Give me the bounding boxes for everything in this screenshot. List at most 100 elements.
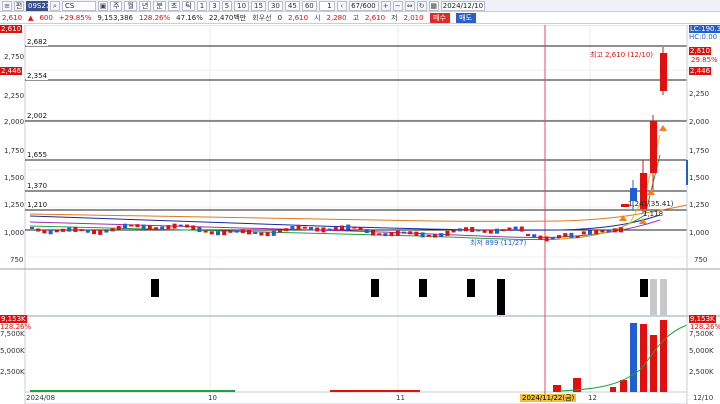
y-tick: 1,000 bbox=[4, 229, 25, 237]
candle bbox=[563, 233, 568, 238]
chart-settings-icon[interactable]: ▣ bbox=[98, 0, 108, 11]
candle bbox=[532, 234, 537, 238]
candle bbox=[340, 225, 344, 230]
candle bbox=[383, 233, 388, 237]
candle bbox=[48, 229, 53, 235]
candle bbox=[346, 224, 351, 230]
zoom-out-icon[interactable]: − bbox=[392, 0, 403, 11]
mid-annotation: 1,241(35.41) bbox=[628, 200, 674, 208]
candle bbox=[234, 229, 239, 233]
candle bbox=[197, 227, 202, 233]
y-tick: 750 bbox=[10, 256, 24, 264]
candle bbox=[228, 230, 233, 233]
interval-5[interactable]: 5 bbox=[221, 0, 233, 11]
candle bbox=[98, 229, 103, 235]
candle bbox=[147, 225, 152, 231]
right-pct-label: 29.85% bbox=[691, 56, 718, 64]
volume-ratio: 128.26% bbox=[139, 13, 171, 22]
stock-code-field[interactable]: 09S270 bbox=[26, 0, 55, 11]
candle bbox=[414, 231, 419, 236]
level-label-3: 2,002 bbox=[26, 112, 49, 120]
interval-3[interactable]: 3 bbox=[209, 0, 220, 11]
candle bbox=[247, 229, 251, 235]
candle bbox=[333, 227, 338, 231]
menu-icon[interactable]: ≡ bbox=[2, 0, 12, 11]
interval-30[interactable]: 30 bbox=[267, 0, 283, 11]
trade-value: 22,470백만 bbox=[208, 13, 247, 22]
left-ma-badge: 2,446 bbox=[0, 67, 23, 75]
candle bbox=[36, 228, 41, 232]
candle bbox=[600, 230, 605, 233]
search-icon[interactable]: ⌕ bbox=[50, 0, 60, 11]
candle bbox=[619, 227, 623, 233]
candle bbox=[420, 232, 425, 238]
candle bbox=[54, 230, 59, 233]
candle bbox=[395, 230, 400, 236]
range-input[interactable]: 67/600 bbox=[348, 0, 379, 11]
vol-tick-right: 2,500K bbox=[689, 368, 714, 376]
interval-45[interactable]: 45 bbox=[284, 0, 300, 11]
candle bbox=[327, 228, 332, 231]
candle bbox=[104, 230, 109, 233]
candle bbox=[389, 232, 394, 237]
price-chart[interactable]: 2,682 2,354 2,002 1,655 1,370 1,210 2,75… bbox=[0, 25, 720, 404]
candle bbox=[240, 229, 245, 234]
candle bbox=[67, 227, 72, 232]
y-tick-right: 1,000 bbox=[689, 229, 710, 237]
candle bbox=[538, 235, 543, 240]
candle bbox=[290, 226, 295, 231]
pref-label: 회우선 bbox=[252, 13, 272, 22]
right-vol-badge: 9,153K bbox=[689, 315, 716, 323]
count-input[interactable]: 1 bbox=[318, 0, 335, 11]
date-marker: 2024/11/22(금) bbox=[520, 394, 577, 402]
stock-name-field[interactable]: CS bbox=[62, 0, 96, 11]
date-input[interactable]: 2024/12/10 bbox=[440, 0, 485, 11]
interval-1[interactable]: 1 bbox=[196, 0, 208, 11]
lc-badge: LC:190.32 bbox=[689, 25, 720, 33]
candle bbox=[178, 224, 183, 227]
y-tick: 2,750 bbox=[4, 53, 25, 61]
prev-icon[interactable]: ‹ bbox=[336, 0, 347, 11]
left-price-badge: 2,610 bbox=[0, 25, 23, 33]
refresh-icon[interactable]: ↻ bbox=[416, 0, 427, 11]
calendar-icon[interactable]: ▦ bbox=[428, 0, 439, 11]
candle bbox=[296, 224, 301, 230]
candle bbox=[253, 232, 258, 235]
candle bbox=[79, 229, 84, 232]
interval-60[interactable]: 60 bbox=[301, 0, 317, 11]
up-arrow-icon: ▲ bbox=[28, 13, 34, 22]
period-week[interactable]: 주 bbox=[110, 0, 123, 11]
buy-button[interactable]: 매수 bbox=[429, 12, 450, 23]
vol-tick: 7,500K bbox=[0, 330, 25, 338]
candle bbox=[581, 231, 586, 235]
candle bbox=[203, 230, 208, 233]
interval-10[interactable]: 10 bbox=[234, 0, 250, 11]
candle bbox=[588, 230, 592, 235]
sell-button[interactable]: 매도 bbox=[455, 12, 476, 23]
chart-canvas[interactable] bbox=[0, 25, 720, 404]
period-minute[interactable]: 분 bbox=[153, 0, 166, 11]
period-month[interactable]: 월 bbox=[124, 0, 137, 11]
candle bbox=[278, 230, 282, 233]
candle bbox=[519, 226, 524, 232]
mid2-annotation: 1,118 bbox=[643, 210, 664, 218]
candle bbox=[550, 237, 555, 240]
high-label: 고 bbox=[352, 13, 360, 22]
scroll-icon[interactable]: ⇔ bbox=[404, 0, 415, 11]
period-year[interactable]: 년 bbox=[138, 0, 152, 11]
y-tick: 1,500 bbox=[4, 174, 25, 182]
right-price-badge: 2,610 bbox=[689, 47, 712, 55]
low-value: 2,010 bbox=[403, 13, 424, 22]
candle bbox=[482, 229, 487, 233]
y-tick: 2,000 bbox=[4, 118, 25, 126]
interval-15[interactable]: 15 bbox=[251, 0, 266, 11]
period-tick[interactable]: 틱 bbox=[182, 0, 195, 11]
pref-value: 0 bbox=[277, 13, 283, 22]
candle bbox=[116, 225, 121, 230]
zoom-in-icon[interactable]: + bbox=[380, 0, 391, 11]
right-ma-badge: 2,446 bbox=[689, 67, 712, 75]
stock-type-icon[interactable]: 편 bbox=[14, 0, 24, 11]
level-label-5: 1,370 bbox=[26, 182, 49, 190]
period-second[interactable]: 초 bbox=[167, 0, 181, 11]
candle bbox=[606, 229, 611, 233]
